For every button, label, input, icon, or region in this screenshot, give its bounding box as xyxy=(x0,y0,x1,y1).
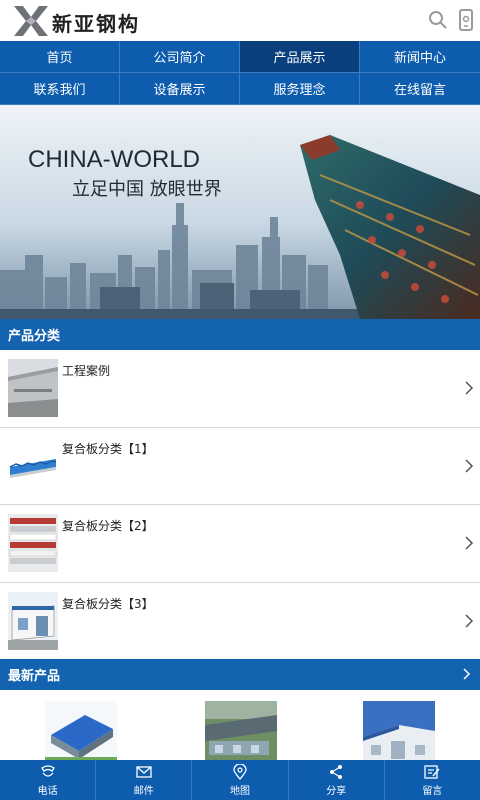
banner-subtitle: 立足中国 放眼世界 xyxy=(72,179,222,200)
mobile-phone-icon[interactable] xyxy=(455,9,477,31)
nav-item-news[interactable]: 新闻中心 xyxy=(360,41,480,73)
chevron-right-icon xyxy=(465,381,474,395)
banner-title: CHINA-WORLD xyxy=(28,146,200,173)
bottom-toolbar: 电话 邮件 地图 分享 留言 xyxy=(0,760,480,800)
nav-item-products[interactable]: 产品展示 xyxy=(240,41,360,73)
message-edit-icon xyxy=(424,764,440,779)
list-item[interactable]: 复合板分类【3】 xyxy=(0,582,480,660)
category-label: 复合板分类【1】 xyxy=(62,441,154,456)
product-thumbnail[interactable] xyxy=(45,701,117,763)
bottom-map-label: 地图 xyxy=(230,785,250,797)
nav-item-home[interactable]: 首页 xyxy=(0,41,120,73)
category-thumbnail xyxy=(8,591,58,650)
list-item[interactable]: 工程案例 xyxy=(0,350,480,428)
bottom-map-button[interactable]: 地图 xyxy=(192,760,289,800)
category-section-header: 产品分类 xyxy=(0,319,480,350)
category-label: 工程案例 xyxy=(62,364,111,378)
nav-item-about[interactable]: 公司简介 xyxy=(120,41,240,73)
category-heading: 产品分类 xyxy=(8,329,61,344)
latest-products xyxy=(0,690,480,763)
share-icon xyxy=(330,764,343,779)
category-label: 复合板分类【3】 xyxy=(62,596,154,611)
category-thumbnail xyxy=(8,514,58,572)
category-thumbnail xyxy=(8,359,58,417)
logo-mark-icon xyxy=(14,6,48,36)
chevron-right-icon xyxy=(465,458,474,473)
search-icon[interactable] xyxy=(427,9,449,31)
bottom-message-label: 留言 xyxy=(422,785,443,797)
chevron-right-icon[interactable] xyxy=(460,667,474,681)
map-pin-icon xyxy=(233,763,247,780)
banner-image: CHINA-WORLD 立足中国 放眼世界 xyxy=(0,105,480,319)
phone-icon xyxy=(40,764,55,777)
bottom-phone-label: 电话 xyxy=(37,785,58,797)
bottom-share-button[interactable]: 分享 xyxy=(289,760,385,800)
category-label: 复合板分类【2】 xyxy=(62,519,154,533)
category-list: 工程案例 复合板分类【1】 复合板分类【2】 复合板分类【3】 xyxy=(0,350,480,660)
bottom-share-label: 分享 xyxy=(326,785,347,797)
latest-heading: 最新产品 xyxy=(8,669,61,684)
bottom-mail-label: 邮件 xyxy=(133,785,154,797)
product-thumbnail[interactable] xyxy=(363,701,435,763)
bottom-phone-button[interactable]: 电话 xyxy=(0,760,97,800)
product-thumbnail[interactable] xyxy=(205,701,277,763)
mail-icon xyxy=(136,765,152,778)
chevron-right-icon xyxy=(465,536,474,550)
nav-item-equipment[interactable]: 设备展示 xyxy=(120,73,240,105)
header: 新亚钢构 xyxy=(0,0,480,41)
hero-banner[interactable]: CHINA-WORLD 立足中国 放眼世界 xyxy=(0,105,480,319)
chevron-right-icon xyxy=(465,613,474,628)
list-item[interactable]: 复合板分类【1】 xyxy=(0,427,480,505)
category-thumbnail xyxy=(8,436,58,495)
list-item[interactable]: 复合板分类【2】 xyxy=(0,505,480,583)
bottom-message-button[interactable]: 留言 xyxy=(385,760,480,800)
main-nav: 首页 公司简介 产品展示 新闻中心 联系我们 设备展示 服务理念 在线留言 xyxy=(0,41,480,105)
nav-item-contact[interactable]: 联系我们 xyxy=(0,73,120,105)
latest-section-header[interactable]: 最新产品 xyxy=(0,659,480,690)
bottom-mail-button[interactable]: 邮件 xyxy=(96,760,193,800)
nav-item-message[interactable]: 在线留言 xyxy=(360,73,480,105)
logo-text[interactable]: 新亚钢构 xyxy=(52,8,140,37)
nav-item-service[interactable]: 服务理念 xyxy=(240,73,360,105)
